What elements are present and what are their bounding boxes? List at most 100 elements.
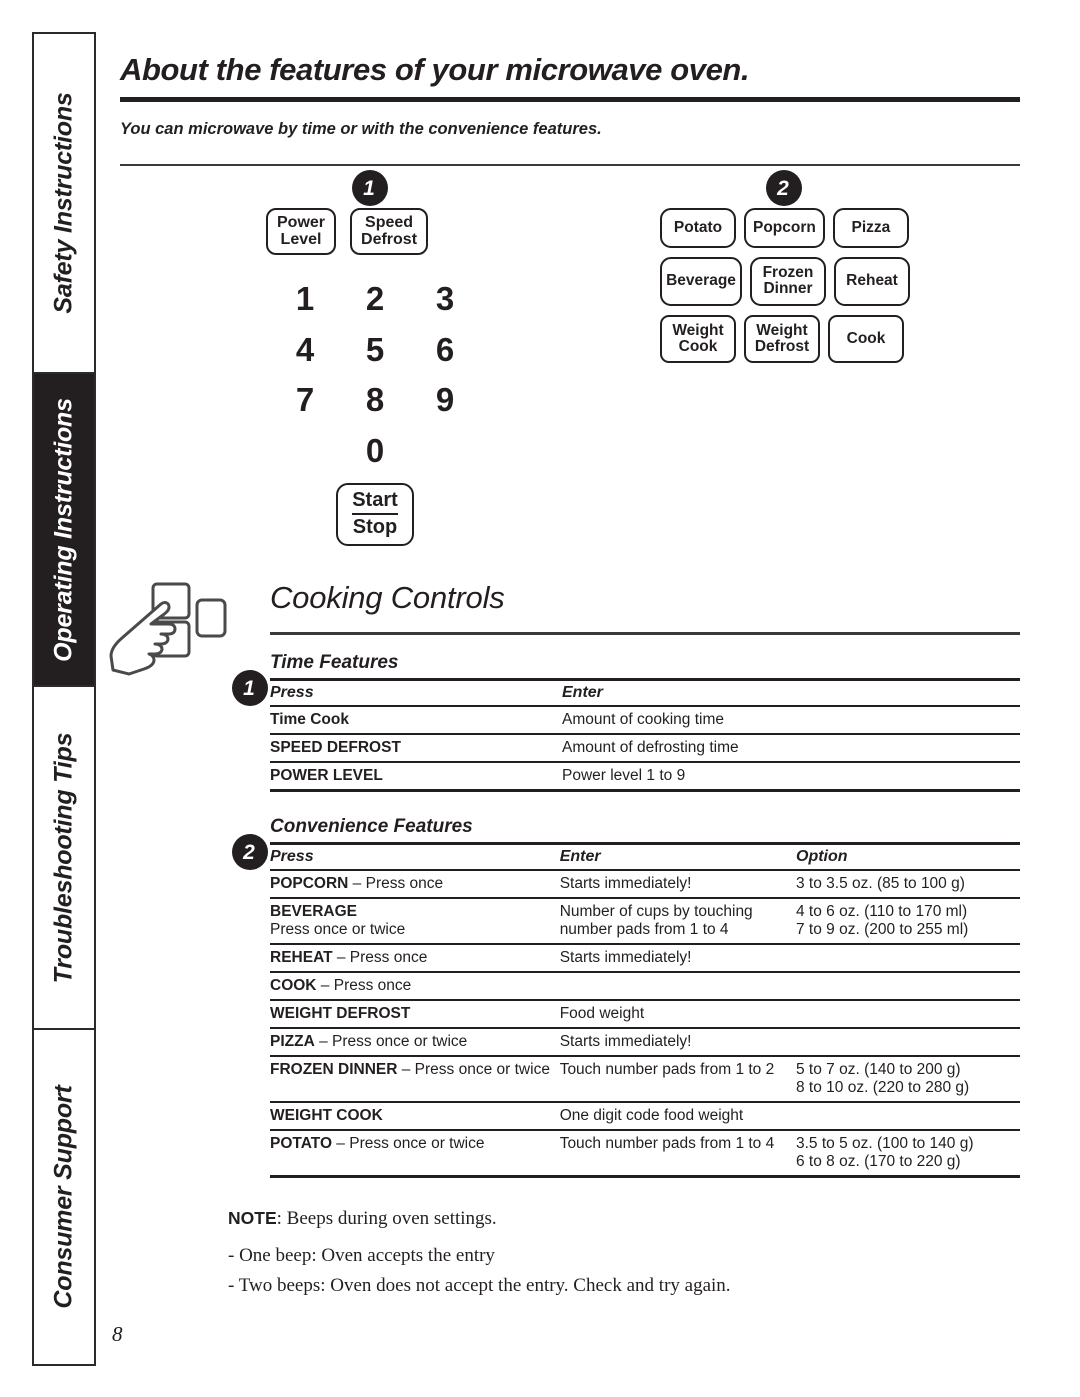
cook-button[interactable]: Cook [828, 314, 904, 364]
cell-press: WEIGHT DEFROST [270, 1000, 560, 1028]
cell-press: Time Cook [270, 711, 349, 728]
table-row: BEVERAGE Press once or twice Number of cup… [270, 898, 1020, 944]
cell-press: FROZEN DINNER – Press once or twice [270, 1056, 560, 1102]
cell-enter: Starts immediately! [559, 1033, 692, 1050]
sidebar-tab-consumer-support[interactable]: Consumer Support [34, 1028, 94, 1364]
cell-press: POPCORN – Press once [270, 870, 560, 898]
table-row: REHEAT – Press once Starts immediately! [270, 944, 1020, 972]
number-key-3[interactable]: 3 [410, 277, 480, 322]
sidebar-tab-operating-instructions[interactable]: Operating Instructions [34, 372, 94, 685]
time-features-title: Time Features [270, 652, 399, 673]
section-tabs-sidebar: Safety Instructions Operating Instructio… [32, 32, 96, 1366]
page-content: About the features of your microwave ove… [109, 0, 1020, 1300]
reheat-button[interactable]: Reheat [834, 257, 910, 306]
press-instruction: – Press once [316, 977, 412, 994]
frozen-dinner-button[interactable]: Frozen Dinner [750, 257, 826, 306]
number-keypad-group: Power Level Speed Defrost 1 2 3 4 5 6 7 … [266, 208, 480, 547]
cell-press: BEVERAGE Press once or twice [270, 898, 560, 944]
table-row: POTATO – Press once or twice Touch number… [270, 1130, 1020, 1177]
table-row: Time Cook Amount of cooking time [270, 706, 1020, 734]
cell-press: POWER LEVEL [270, 767, 383, 784]
number-key-6[interactable]: 6 [410, 328, 480, 373]
cell-enter: Power level 1 to 9 [562, 767, 686, 784]
cell-press: REHEAT – Press once [270, 944, 560, 972]
cooking-controls-title: Cooking Controls [270, 580, 505, 615]
cooking-controls-header: Cooking Controls [109, 580, 1020, 676]
press-instruction: – Press once or twice [397, 1061, 550, 1078]
stop-label: Stop [352, 516, 398, 539]
note-label: NOTE [228, 1208, 277, 1228]
table-row: WEIGHT COOK One digit code food weight [270, 1102, 1020, 1130]
number-key-4[interactable]: 4 [270, 328, 340, 373]
press-instruction: – Press once [332, 949, 428, 966]
note-heading-rest: : Beeps during oven settings. [276, 1208, 497, 1229]
cell-enter: Touch number pads from 1 to 2 [559, 1061, 775, 1078]
table-row: FROZEN DINNER – Press once or twice Touch… [270, 1056, 1020, 1102]
start-stop-button[interactable]: Start Stop [336, 483, 414, 547]
cooking-controls-divider [270, 632, 1020, 635]
cell-option: 3 to 3.5 oz. (85 to 100 g) [796, 875, 965, 892]
cell-enter: One digit code food weight [559, 1107, 744, 1124]
table-header-row: Press Enter [270, 678, 1020, 707]
convenience-features-body: POPCORN – Press once Starts immediately! 3… [270, 870, 1020, 1177]
page-subtitle: You can microwave by time or with the co… [120, 120, 602, 138]
keypad-top-row: Power Level Speed Defrost [266, 208, 480, 256]
cell-enter [560, 972, 796, 1000]
page-title: About the features of your microwave ove… [120, 52, 750, 87]
cell-enter: Starts immediately! [559, 875, 692, 892]
start-stop-wrap: Start Stop [270, 483, 480, 547]
press-feature-name: POTATO [270, 1135, 332, 1152]
number-key-2[interactable]: 2 [340, 277, 410, 322]
popcorn-button[interactable]: Popcorn [744, 208, 825, 248]
time-features-table: Press Enter Time Cook Amount of cooking … [270, 678, 1020, 792]
weight-cook-button[interactable]: Weight Cook [660, 314, 736, 364]
press-instruction: – Press once [348, 875, 444, 892]
press-feature-name: WEIGHT COOK [270, 1107, 383, 1124]
sidebar-tab-safety-instructions[interactable]: Safety Instructions [34, 34, 94, 372]
number-key-8[interactable]: 8 [340, 378, 410, 423]
time-features-badge: 1 [232, 670, 268, 706]
callout-badge-2: 2 [766, 170, 802, 206]
cell-enter: Number of cups by touching number pads fr… [560, 898, 796, 944]
number-key-1[interactable]: 1 [270, 277, 340, 322]
number-key-5[interactable]: 5 [340, 328, 410, 373]
press-feature-name: PIZZA [270, 1033, 315, 1050]
column-header-option: Option [796, 842, 1020, 871]
cell-press: POTATO – Press once or twice [270, 1130, 560, 1177]
power-level-button[interactable]: Power Level [266, 208, 337, 256]
potato-button[interactable]: Potato [660, 208, 736, 248]
cell-option: 3.5 to 5 oz. (100 to 140 g) 6 to 8 oz. (1… [796, 1130, 1020, 1177]
cell-press: WEIGHT COOK [270, 1102, 560, 1130]
speed-defrost-button[interactable]: Speed Defrost [350, 208, 429, 256]
number-key-0[interactable]: 0 [340, 429, 410, 474]
number-key-9[interactable]: 9 [410, 378, 480, 423]
page-number: 8 [112, 1322, 123, 1346]
press-feature-name: BEVERAGE [270, 903, 357, 920]
callout-badge-1: 1 [352, 170, 388, 206]
table-row: SPEED DEFROST Amount of defrosting time [270, 734, 1020, 762]
press-feature-name: FROZEN DINNER [270, 1061, 398, 1078]
convenience-features-section: 2 Convenience Features Press Enter Optio… [232, 816, 1020, 1178]
table-row: POPCORN – Press once Starts immediately! 3… [270, 870, 1020, 898]
sidebar-tab-troubleshooting-tips[interactable]: Troubleshooting Tips [34, 685, 94, 1028]
cell-press: COOK – Press once [270, 972, 560, 1000]
cell-option [796, 944, 1020, 972]
cell-option [796, 972, 1020, 1000]
cell-option-line2: 6 to 8 oz. (170 to 220 g) [796, 1153, 961, 1170]
convenience-features-table: Press Enter Option POPCORN – Press once S… [270, 842, 1020, 1178]
number-pad-grid: 1 2 3 4 5 6 7 8 9 0 [270, 277, 480, 473]
note-lines: - One beep: Oven accepts the entry - Two… [228, 1241, 1020, 1300]
weight-defrost-button[interactable]: Weight Defrost [744, 314, 820, 364]
beverage-button[interactable]: Beverage [660, 257, 742, 306]
convenience-keypad-group: Potato Popcorn Pizza Beverage Frozen Din… [660, 208, 910, 372]
cell-enter: Starts immediately! [559, 949, 692, 966]
cell-option [796, 1000, 1020, 1028]
pizza-button[interactable]: Pizza [832, 208, 909, 248]
cell-option-line2: 8 to 10 oz. (220 to 280 g) [796, 1079, 970, 1096]
press-feature-name: POPCORN [270, 875, 349, 892]
table-header-row: Press Enter Option [270, 842, 1020, 871]
table-row: WEIGHT DEFROST Food weight [270, 1000, 1020, 1028]
number-key-7[interactable]: 7 [270, 378, 340, 423]
table-row: COOK – Press once [270, 972, 1020, 1000]
cell-option [796, 1028, 1020, 1056]
